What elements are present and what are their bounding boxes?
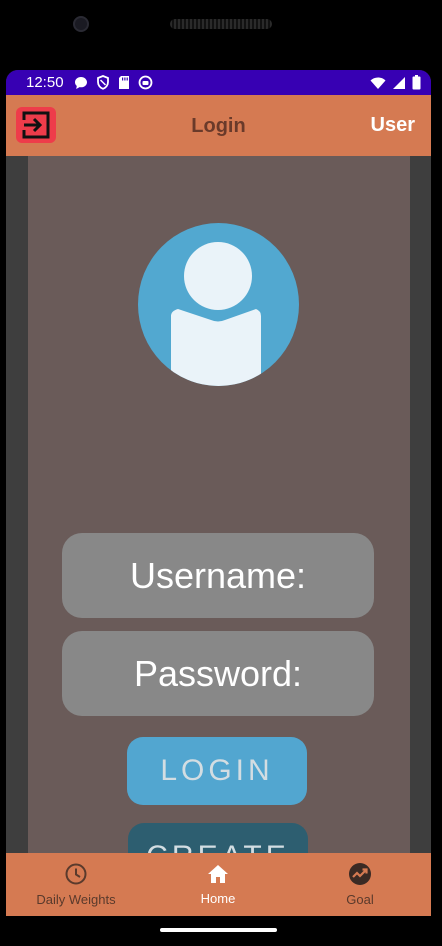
battery-icon <box>412 75 421 90</box>
login-panel: Username: Password: LOGIN CREATE <box>28 156 410 891</box>
nav-home-label: Home <box>200 891 236 906</box>
password-label: Password: <box>133 652 303 694</box>
username-label: Username: <box>129 554 307 596</box>
phone-bezel <box>0 0 442 70</box>
login-button-label: LOGIN <box>160 754 274 787</box>
nav-goal-label: Goal <box>346 892 374 907</box>
nav-daily-weights[interactable]: Daily Weights <box>26 853 126 916</box>
bottom-navigation: Daily Weights Home Goal <box>6 853 431 916</box>
nav-daily-weights-label: Daily Weights <box>36 892 116 907</box>
password-field[interactable]: Password: <box>62 631 374 716</box>
trending-icon <box>349 863 371 885</box>
login-button[interactable]: LOGIN <box>127 737 307 805</box>
sd-card-icon <box>118 76 129 89</box>
nav-goal[interactable]: Goal <box>310 853 410 916</box>
status-right-icons <box>370 75 421 90</box>
status-left-icons <box>74 75 153 90</box>
nav-home[interactable]: Home <box>168 853 268 916</box>
right-gutter <box>410 156 431 853</box>
earpiece-speaker <box>170 19 272 29</box>
front-camera <box>73 16 89 32</box>
left-gutter <box>6 156 28 853</box>
wifi-icon <box>370 77 386 89</box>
clock-icon <box>65 863 87 885</box>
home-indicator[interactable] <box>160 928 277 932</box>
home-icon <box>208 865 228 883</box>
phone-screen: 12:50 Login User Username: Password: LOG… <box>6 70 431 916</box>
cellular-signal-icon <box>393 76 405 89</box>
page-title: Login <box>191 115 246 137</box>
user-button[interactable]: User <box>371 114 415 137</box>
user-avatar-icon <box>138 223 299 386</box>
status-time: 12:50 <box>26 74 64 91</box>
status-bar: 12:50 <box>6 70 431 95</box>
app-bar: Login User <box>6 95 431 156</box>
username-field[interactable]: Username: <box>62 533 374 618</box>
shield-icon <box>96 75 109 90</box>
chat-bubble-icon <box>74 76 87 89</box>
android-icon <box>138 75 152 90</box>
